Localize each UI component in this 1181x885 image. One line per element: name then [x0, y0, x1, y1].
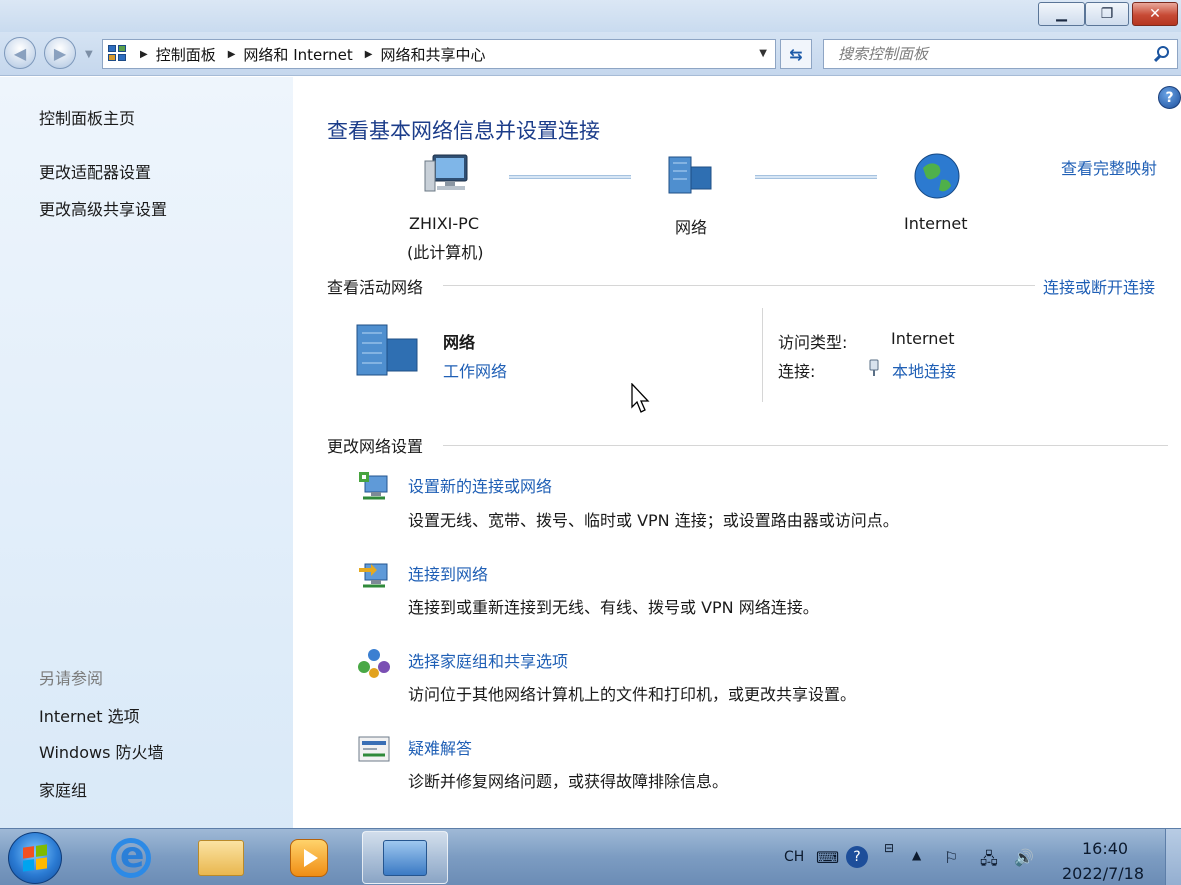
- active-networks-heading: 查看活动网络: [327, 278, 424, 297]
- network-type-link[interactable]: 工作网络: [443, 358, 507, 382]
- see-also-heading: 另请参阅: [39, 669, 104, 688]
- minimize-button[interactable]: ▁: [1038, 2, 1085, 26]
- taskbar: CH ⌨ ? ⊟ ▲ ⚐ 🖧 🔊 16:40 2022/7/18: [0, 828, 1181, 885]
- refresh-icon: ⇆: [789, 44, 803, 64]
- computer-subtitle: (此计算机): [407, 243, 484, 262]
- troubleshoot-icon[interactable]: [357, 733, 391, 765]
- task-connect-network-desc: 连接到或重新连接到无线、有线、拨号或 VPN 网络连接。: [408, 598, 819, 617]
- recent-pages-dropdown[interactable]: ▼: [85, 49, 93, 60]
- sidebar-link-firewall[interactable]: Windows 防火墙: [39, 739, 164, 763]
- network-tray-icon[interactable]: 🖧: [980, 848, 998, 875]
- windows-logo-icon: [23, 844, 47, 872]
- tray-options-icon[interactable]: ⊟: [884, 841, 894, 855]
- media-player-icon: [290, 838, 328, 877]
- sidebar-link-adapter-settings[interactable]: 更改适配器设置: [39, 159, 151, 183]
- section-divider: [443, 445, 1168, 446]
- access-type-value: Internet: [891, 329, 955, 348]
- help-icon[interactable]: ?: [846, 846, 868, 868]
- sidebar-link-advanced-sharing[interactable]: 更改高级共享设置: [39, 196, 167, 220]
- show-hidden-icons-icon[interactable]: ▲: [912, 848, 921, 862]
- connections-label: 连接:: [778, 362, 816, 381]
- taskbar-internet-explorer[interactable]: [96, 831, 166, 884]
- vertical-divider: [762, 308, 763, 402]
- search-box[interactable]: [823, 39, 1178, 69]
- task-troubleshoot-desc: 诊断并修复网络问题，或获得故障排除信息。: [408, 772, 729, 791]
- close-button[interactable]: ✕: [1132, 2, 1178, 26]
- section-divider: [443, 285, 1035, 286]
- mouse-cursor-icon: [630, 382, 652, 415]
- homegroup-icon[interactable]: [357, 647, 391, 679]
- restore-icon: ❐: [1100, 6, 1114, 22]
- globe-icon: [913, 152, 961, 200]
- connection-line: [509, 175, 631, 179]
- task-troubleshoot-link[interactable]: 疑难解答: [408, 735, 472, 759]
- taskbar-media-player[interactable]: [274, 831, 344, 884]
- change-settings-heading: 更改网络设置: [327, 437, 424, 456]
- network-label: 网络: [675, 218, 708, 237]
- sidebar-link-control-panel-home[interactable]: 控制面板主页: [39, 105, 135, 129]
- action-center-flag-icon[interactable]: ⚐: [944, 848, 958, 867]
- task-setup-connection-desc: 设置无线、宽带、拨号、临时或 VPN 连接；或设置路由器或访问点。: [408, 511, 899, 530]
- computer-name: ZHIXI-PC: [409, 214, 479, 233]
- help-icon[interactable]: ?: [1158, 86, 1181, 109]
- start-button[interactable]: [8, 832, 62, 884]
- sidebar-link-internet-options[interactable]: Internet 选项: [39, 703, 140, 727]
- breadcrumb-separator[interactable]: ▶: [140, 49, 148, 60]
- main-content: ? 查看基本网络信息并设置连接 ZHIXI-PC (此计算机) 网络 Inter…: [293, 77, 1181, 828]
- clock-date[interactable]: 2022/7/18: [1062, 864, 1144, 883]
- active-network-icon[interactable]: [355, 321, 421, 377]
- forward-arrow-icon: ▶: [53, 43, 67, 63]
- breadcrumb-separator[interactable]: ▶: [228, 49, 236, 60]
- forward-button[interactable]: ▶: [44, 37, 76, 69]
- sidebar: 控制面板主页 更改适配器设置 更改高级共享设置 另请参阅 Internet 选项…: [0, 77, 293, 828]
- back-arrow-icon: ◀: [13, 43, 27, 63]
- show-desktop-button[interactable]: [1165, 829, 1181, 885]
- internet-label: Internet: [904, 214, 968, 233]
- clock-time[interactable]: 16:40: [1082, 839, 1128, 858]
- volume-icon[interactable]: 🔊: [1014, 848, 1034, 867]
- access-type-label: 访问类型:: [778, 333, 848, 352]
- keyboard-icon[interactable]: ⌨: [816, 848, 839, 867]
- computer-icon: [423, 153, 471, 197]
- address-dropdown-icon[interactable]: ▼: [759, 48, 767, 59]
- active-network-name: 网络: [443, 333, 476, 352]
- new-connection-icon[interactable]: [357, 470, 391, 502]
- task-setup-connection-link[interactable]: 设置新的连接或网络: [408, 473, 552, 497]
- input-language-indicator[interactable]: CH: [784, 849, 804, 865]
- breadcrumb-network-sharing-center[interactable]: 网络和共享中心: [380, 44, 485, 65]
- back-button[interactable]: ◀: [4, 37, 36, 69]
- connection-line: [755, 175, 877, 179]
- search-input[interactable]: [838, 45, 1138, 63]
- task-homegroup-desc: 访问位于其他网络计算机上的文件和打印机，或更改共享设置。: [408, 685, 857, 704]
- ethernet-icon: [868, 359, 880, 377]
- refresh-button[interactable]: ⇆: [780, 39, 812, 69]
- close-icon: ✕: [1149, 6, 1161, 22]
- view-full-map-link[interactable]: 查看完整映射: [1061, 155, 1157, 179]
- minimize-icon: ▁: [1056, 6, 1067, 22]
- taskbar-control-panel[interactable]: [362, 831, 448, 884]
- connect-network-icon[interactable]: [357, 558, 391, 590]
- page-title: 查看基本网络信息并设置连接: [327, 119, 600, 143]
- task-connect-network-link[interactable]: 连接到网络: [408, 561, 488, 585]
- folder-icon: [198, 839, 244, 876]
- search-icon[interactable]: [1153, 45, 1171, 63]
- control-panel-icon: [383, 839, 427, 876]
- navigation-bar: ◀ ▶ ▼ ▶ 控制面板 ▶ 网络和 Internet ▶ 网络和共享中心 ▼ …: [0, 32, 1181, 76]
- task-homegroup-link[interactable]: 选择家庭组和共享选项: [408, 648, 568, 672]
- local-connection-link[interactable]: 本地连接: [892, 358, 956, 382]
- connect-disconnect-link[interactable]: 连接或断开连接: [1043, 274, 1155, 298]
- control-panel-icon: [108, 45, 128, 63]
- address-bar[interactable]: ▶ 控制面板 ▶ 网络和 Internet ▶ 网络和共享中心 ▼: [102, 39, 776, 69]
- title-bar: ▁ ❐ ✕: [0, 0, 1181, 32]
- internet-explorer-icon: [111, 835, 151, 878]
- breadcrumb-control-panel[interactable]: 控制面板: [156, 44, 216, 65]
- maximize-button[interactable]: ❐: [1085, 2, 1129, 26]
- breadcrumb-network-internet[interactable]: 网络和 Internet: [243, 44, 352, 65]
- sidebar-link-homegroup[interactable]: 家庭组: [39, 777, 87, 801]
- network-icon: [667, 153, 715, 197]
- taskbar-explorer[interactable]: [186, 831, 256, 884]
- breadcrumb-separator[interactable]: ▶: [365, 49, 373, 60]
